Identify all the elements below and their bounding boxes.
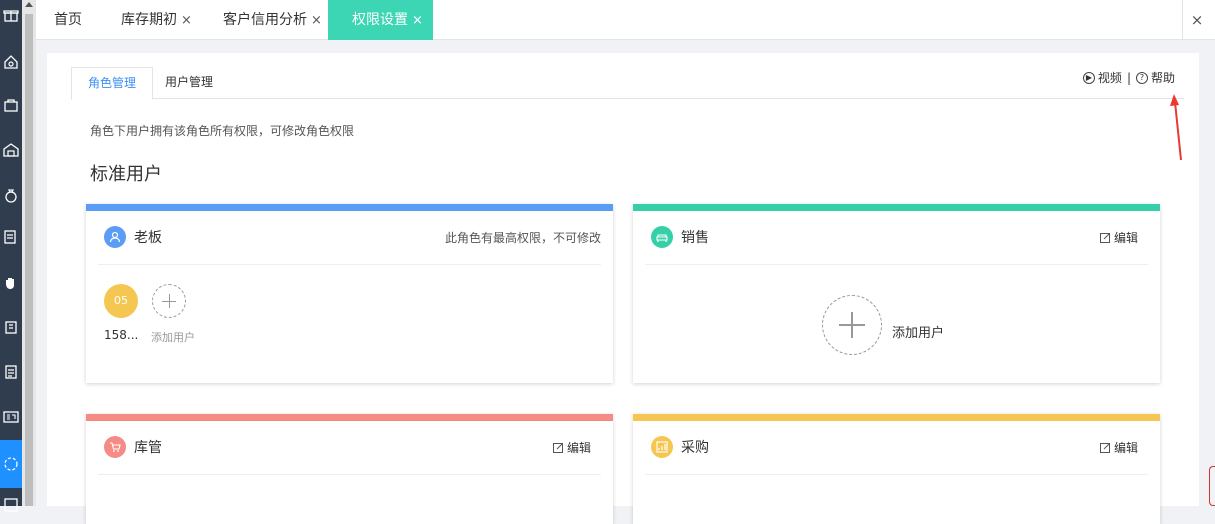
edit-label: 编辑 (566, 441, 591, 455)
edit-label: 编辑 (1113, 441, 1138, 455)
add-user-button[interactable] (822, 295, 882, 355)
divider (1182, 0, 1183, 40)
close-icon[interactable]: × (181, 13, 192, 28)
role-note: 此角色有最高权限，不可修改 (444, 231, 601, 245)
card-color-bar (633, 414, 1160, 421)
shopping-bag-icon[interactable] (0, 90, 22, 120)
annotation-arrow-icon (1170, 94, 1182, 161)
building-icon[interactable] (0, 312, 22, 342)
gift-icon[interactable] (0, 0, 22, 30)
close-icon[interactable]: × (412, 13, 423, 28)
add-user-label[interactable]: 添加用户 (151, 329, 195, 345)
role-card-boss: 老板 此角色有最高权限，不可修改 05 158... 添加用户 (86, 204, 613, 383)
scroll-up-icon[interactable] (25, 2, 33, 7)
tab-home[interactable]: 首页 (54, 0, 82, 40)
warehouse-icon[interactable] (0, 135, 22, 165)
tab-inventory-opening[interactable]: 库存期初 × (121, 0, 192, 40)
play-icon: ▶ (1082, 71, 1095, 84)
video-link[interactable]: 视频 (1098, 69, 1122, 86)
erp-icon[interactable] (0, 402, 22, 432)
close-all-tabs-button[interactable]: × (1187, 0, 1207, 40)
edit-icon (1099, 443, 1110, 453)
tab-customer-credit[interactable]: 客户信用分析 × (223, 0, 322, 40)
role-name: 销售 (681, 230, 709, 246)
tab-label: 权限设置 (352, 12, 408, 28)
user-name: 158... (104, 328, 139, 342)
cart-icon (104, 436, 126, 458)
tab-label: 库存期初 (121, 12, 177, 28)
tab-label: 客户信用分析 (223, 12, 307, 28)
role-name: 采购 (681, 440, 709, 456)
role-hint-text: 角色下用户拥有该角色所有权限，可修改角色权限 (90, 124, 355, 138)
tab-label: 首页 (54, 12, 82, 28)
role-card-warehouse: 库管 编辑 (86, 414, 613, 524)
scrollbar-thumb[interactable] (25, 14, 33, 506)
chart-icon (651, 436, 673, 458)
edit-label: 编辑 (1113, 231, 1138, 245)
add-user-button[interactable] (152, 284, 186, 318)
permission-settings-icon[interactable] (0, 440, 22, 488)
help-links: ▶ 视频 | ? 帮助 (1082, 69, 1175, 86)
sub-tab-bar: 角色管理 用户管理 (71, 67, 1184, 100)
user-avatar[interactable]: 05 (104, 284, 138, 318)
edit-button[interactable]: 编辑 (1099, 229, 1138, 246)
role-name: 老板 (134, 230, 162, 246)
report-icon[interactable] (0, 222, 22, 252)
edit-icon (1099, 233, 1110, 243)
tab-user-management[interactable]: 用户管理 (149, 67, 229, 99)
hand-icon[interactable] (0, 268, 22, 298)
role-card-purchase: 采购 编辑 (633, 414, 1160, 524)
add-user-label[interactable]: 添加用户 (892, 322, 944, 341)
tab-permission-settings[interactable]: 权限设置 × (328, 0, 433, 40)
user-icon (104, 226, 126, 248)
section-title: 标准用户 (90, 164, 162, 185)
role-name: 库管 (134, 440, 162, 456)
edit-icon (552, 443, 563, 453)
main-panel: 角色管理 用户管理 ▶ 视频 | ? 帮助 角色下用户拥有该角色所有权限，可修改… (47, 53, 1199, 524)
edit-button[interactable]: 编辑 (552, 439, 591, 456)
tab-role-management[interactable]: 角色管理 (71, 67, 154, 100)
role-card-sales: 销售 编辑 添加用户 (633, 204, 1160, 383)
home-settings-icon[interactable] (0, 47, 22, 77)
clipboard-icon[interactable] (0, 357, 22, 387)
edit-button[interactable]: 编辑 (1099, 439, 1138, 456)
card-color-bar (86, 204, 613, 211)
help-link[interactable]: 帮助 (1151, 69, 1175, 86)
side-nav (0, 0, 22, 512)
sofa-icon (651, 226, 673, 248)
edge-marker (1209, 466, 1215, 506)
close-icon[interactable]: × (311, 13, 322, 28)
card-color-bar (633, 204, 1160, 211)
card-color-bar (86, 414, 613, 421)
document-icon[interactable] (0, 490, 22, 520)
question-icon: ? (1135, 71, 1148, 84)
tab-bar: 首页 库存期初 × 客户信用分析 × 权限设置 × × (36, 0, 1215, 40)
divider: | (1126, 70, 1131, 85)
money-bag-icon[interactable] (0, 180, 22, 210)
